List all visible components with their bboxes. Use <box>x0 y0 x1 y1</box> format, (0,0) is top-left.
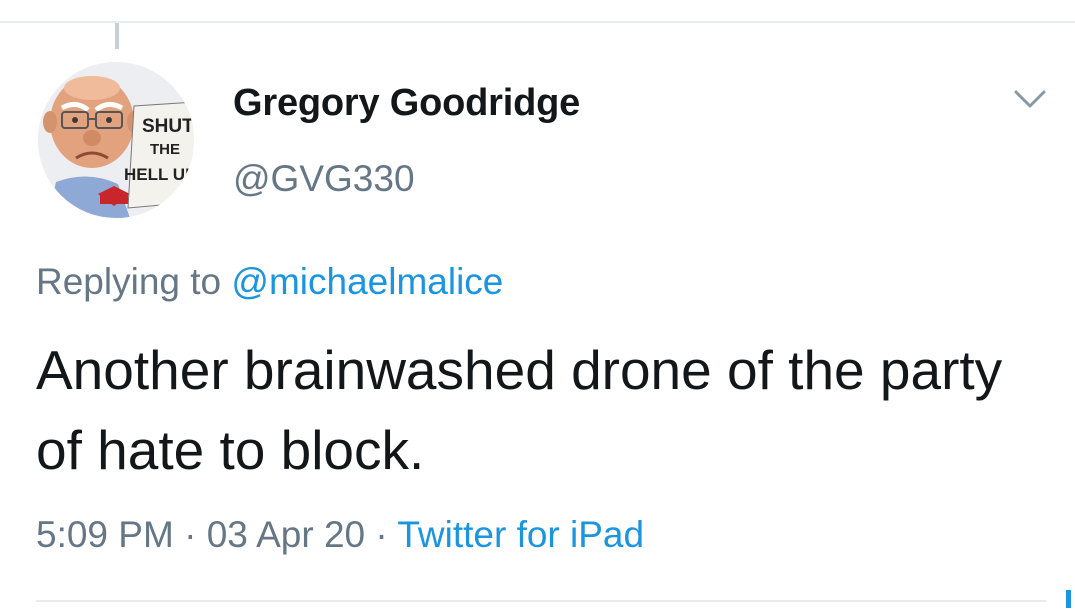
tweet-text: Another brainwashed drone of the party o… <box>36 339 1003 481</box>
reply-mention-link[interactable]: @michaelmalice <box>231 261 503 302</box>
svg-text:HELL UP: HELL UP <box>124 165 194 184</box>
thread-connector-line <box>115 23 119 49</box>
display-name[interactable]: Gregory Goodridge <box>233 82 580 125</box>
tweet-date[interactable]: 03 Apr 20 <box>207 514 365 555</box>
avatar[interactable]: SHUT THE HELL UP <box>38 62 194 218</box>
svg-text:THE: THE <box>150 141 180 158</box>
meta-separator: · <box>184 514 197 555</box>
meta-separator: · <box>375 514 388 555</box>
tweet-time[interactable]: 5:09 PM <box>36 514 174 555</box>
tweet-source-link[interactable]: Twitter for iPad <box>397 514 644 555</box>
scroll-indicator <box>1066 590 1071 608</box>
user-handle[interactable]: @GVG330 <box>233 158 415 200</box>
chevron-down-icon[interactable] <box>1012 88 1048 112</box>
svg-text:SHUT: SHUT <box>142 116 194 137</box>
avatar-image: SHUT THE HELL UP <box>38 62 194 218</box>
tweet-metadata: 5:09 PM · 03 Apr 20 · Twitter for iPad <box>36 514 644 556</box>
top-divider <box>0 21 1075 23</box>
bottom-divider <box>36 600 1046 602</box>
replying-to-label: Replying to <box>36 261 222 302</box>
replying-to-line: Replying to @michaelmalice <box>36 261 503 303</box>
